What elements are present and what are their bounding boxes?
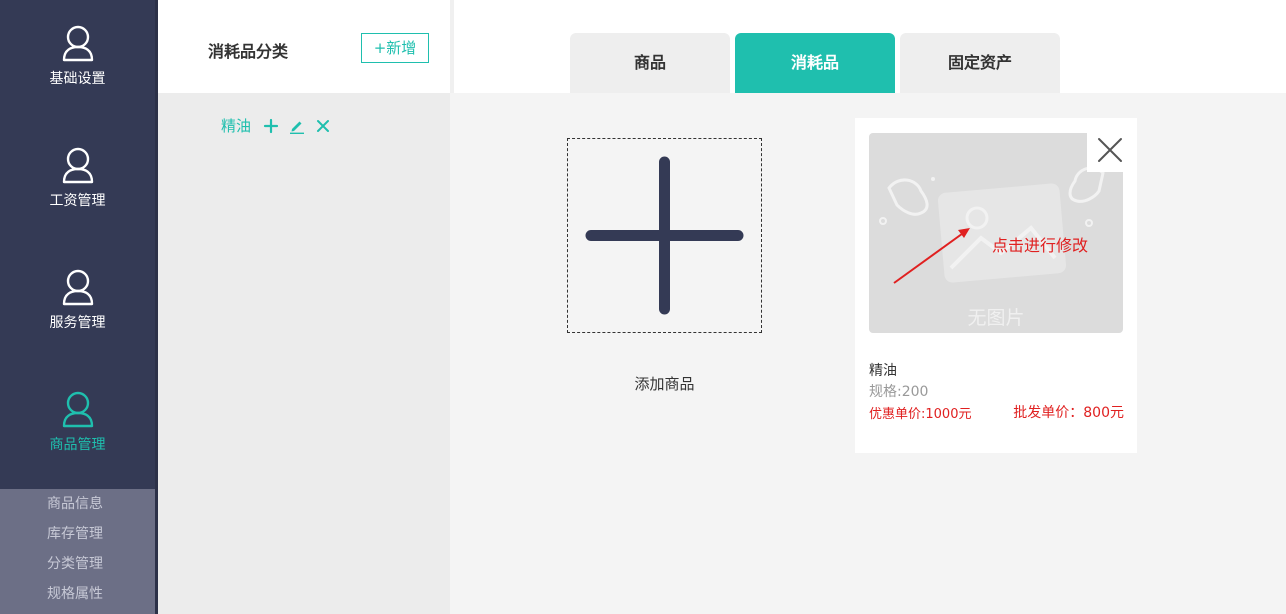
category-header: 消耗品分类 +新增	[158, 0, 450, 93]
subnav-item-spec[interactable]: 规格属性	[0, 579, 155, 609]
plus-icon[interactable]	[263, 118, 279, 134]
add-product-label: 添加商品	[634, 375, 695, 393]
nav-item-label: 商品管理	[49, 437, 106, 453]
nav-item-basic-settings[interactable]: 基础设置	[0, 0, 155, 122]
nav-item-product[interactable]: 商品管理	[0, 366, 155, 488]
user-icon	[62, 147, 93, 184]
sub-nav: 商品信息 库存管理 分类管理 规格属性	[0, 489, 155, 614]
add-category-button[interactable]: +新增	[361, 33, 429, 63]
tab-fixed-assets[interactable]: 固定资产	[900, 33, 1060, 93]
wholesale-price: 批发单价：800元	[1013, 405, 1124, 421]
close-icon	[1098, 138, 1122, 162]
product-spec: 规格:200	[869, 384, 929, 400]
user-icon	[62, 269, 93, 306]
nav-item-service[interactable]: 服务管理	[0, 244, 155, 366]
user-icon	[62, 25, 93, 62]
plus-icon	[585, 156, 744, 315]
category-item-name[interactable]: 精油	[221, 115, 251, 136]
sidebar-nav: 基础设置 工资管理 服务管理 商品管理 商品信息 库存管理 分类管理 规格属性	[0, 0, 155, 614]
no-image-text: 无图片	[967, 307, 1025, 329]
edit-hint: 点击进行修改	[992, 236, 1089, 255]
delete-icon[interactable]	[315, 118, 331, 134]
nav-item-label: 工资管理	[49, 193, 106, 209]
category-title: 消耗品分类	[208, 42, 289, 61]
category-list: 精油	[158, 93, 450, 614]
subnav-item-category[interactable]: 分类管理	[0, 549, 155, 579]
nav-item-label: 基础设置	[49, 71, 106, 87]
product-name: 精油	[869, 363, 897, 379]
product-card: 无图片 点击进行修改 精油 规格:200 优惠单价:1000元 批发单价：800…	[855, 118, 1137, 453]
main-content: 添加商品 无图片 点击进行修改 精油 规格:200 优惠单价:1000元 批发单…	[450, 93, 1286, 614]
tab-bar: 商品 消耗品 固定资产	[454, 0, 1286, 93]
nav-item-label: 服务管理	[49, 315, 106, 331]
nav-item-salary[interactable]: 工资管理	[0, 122, 155, 244]
category-item: 精油	[221, 115, 341, 136]
add-product-button[interactable]	[567, 138, 762, 333]
tab-consumables[interactable]: 消耗品	[735, 33, 895, 93]
subnav-item-product-info[interactable]: 商品信息	[0, 489, 155, 519]
user-icon	[62, 391, 93, 428]
subnav-item-inventory[interactable]: 库存管理	[0, 519, 155, 549]
discount-price: 优惠单价:1000元	[869, 407, 972, 422]
edit-icon[interactable]	[289, 118, 305, 134]
product-image[interactable]: 无图片 点击进行修改	[869, 133, 1123, 333]
remove-product-button[interactable]	[1087, 130, 1133, 172]
tab-goods[interactable]: 商品	[570, 33, 730, 93]
